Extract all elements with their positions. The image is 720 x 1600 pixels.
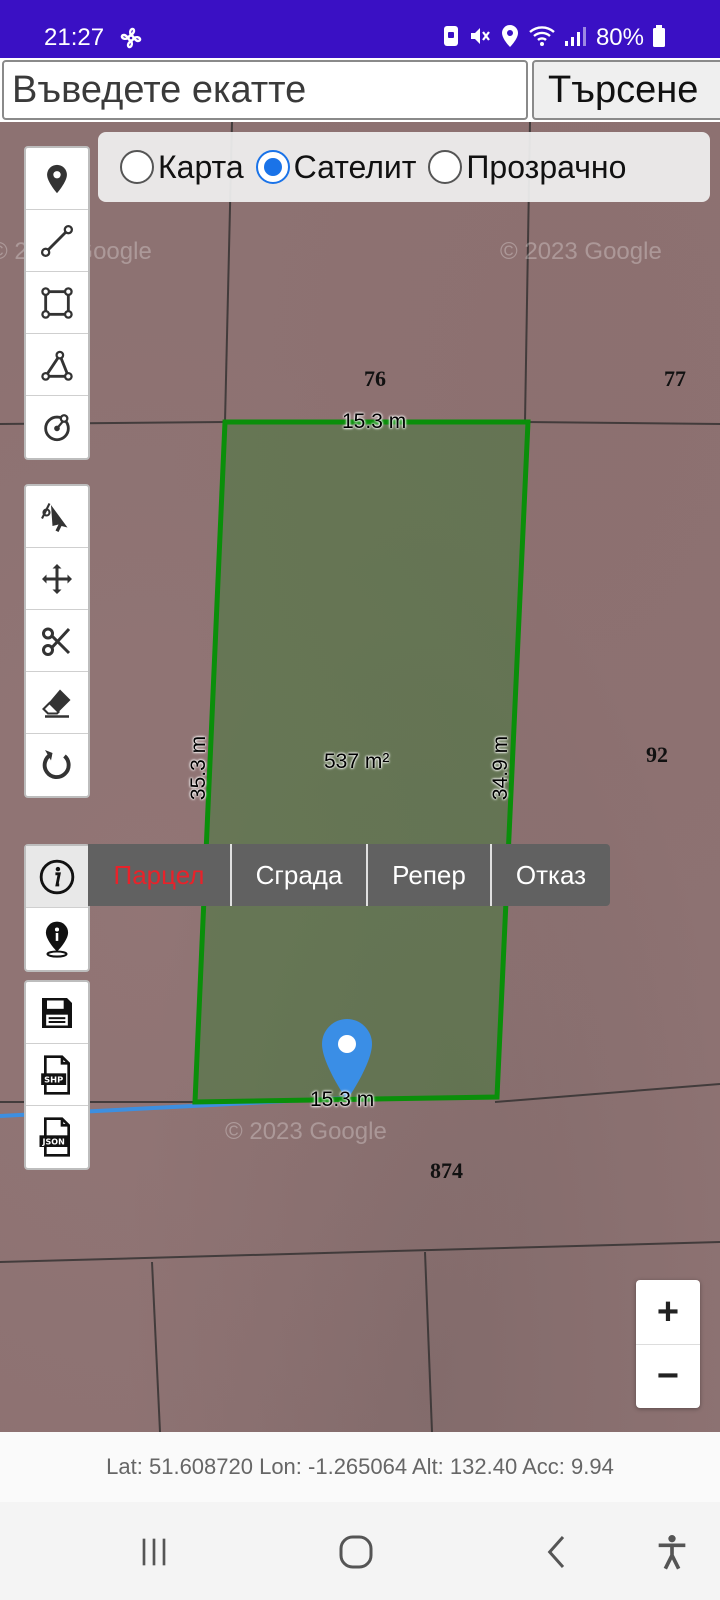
draw-toolbar [24,146,90,460]
recent-apps-button[interactable] [124,1522,184,1582]
info-toolbar [24,844,90,972]
coordinate-text: Lat: 51.608720 Lon: -1.265064 Alt: 132.4… [106,1454,614,1479]
search-button[interactable]: Търсене [532,60,720,120]
battery-icon [652,24,666,52]
status-bar: 21:27 80% [0,0,720,58]
mute-icon [468,24,492,52]
map-overlay [0,122,720,1432]
map-watermark: © 2023 Google [500,238,662,265]
edit-toolbar [24,484,90,798]
home-icon [339,1535,373,1569]
recent-apps-icon [142,1538,166,1566]
nfc-icon [442,24,460,52]
map-view[interactable]: © 2023 Google © 2023 Google © 2023 Googl… [0,122,720,1432]
attr-benchmark-button[interactable]: Репер [366,844,490,906]
circle-tool-button[interactable] [26,396,88,458]
attr-parcel-label: Парцел [113,859,205,890]
attr-building-label: Сграда [255,859,343,890]
back-icon [547,1536,565,1568]
move-icon [42,563,72,594]
radio-checked-icon[interactable] [255,150,290,184]
battery-percent: 80% [595,24,644,51]
attr-parcel-button[interactable]: Парцел [88,844,230,906]
polygon-tool-button[interactable] [26,334,88,396]
measure-right: 34.9 m [489,735,513,801]
coordinate-readout: Lat: 51.608720 Lon: -1.265064 Alt: 132.4… [0,1432,720,1502]
parcel-label: 92 [646,742,668,767]
circle-icon [44,414,70,442]
attr-building-button[interactable]: Сграда [230,844,366,906]
status-icons: 80% [442,24,666,52]
radio-unchecked-icon[interactable] [428,150,463,184]
map-type-satellite[interactable]: Сателит [255,149,416,186]
measure-area: 537 m² [324,750,390,773]
svg-text:SHP: SHP [44,1074,63,1084]
map-type-selector: Карта Сателит Прозрачно [98,132,710,202]
polyline-icon [40,224,74,257]
ekatte-search-input[interactable] [2,60,528,120]
measure-top: 15.3 m [342,410,407,433]
export-shp-button[interactable]: SHP [26,1044,88,1106]
measure-left: 35.3 m [187,735,211,801]
map-watermark: © 2023 Google [225,1118,387,1145]
back-button[interactable] [528,1522,588,1582]
wifi-icon [528,24,556,52]
system-nav-bar [0,1502,720,1600]
edit-tool-button[interactable] [26,486,88,548]
measure-bottom: 15.3 m [310,1088,375,1111]
export-json-button[interactable]: JSON [26,1106,88,1168]
save-button[interactable] [26,982,88,1044]
attr-benchmark-label: Репер [392,859,466,890]
radio-unchecked-icon[interactable] [120,150,154,184]
map-type-transparent[interactable]: Прозрачно [428,149,626,186]
parcel-label: 874 [430,1158,463,1183]
rotate-icon [42,750,71,779]
rectangle-tool-button[interactable] [26,272,88,334]
eraser-icon [42,689,71,718]
scissors-icon [42,627,71,656]
rotate-tool-button[interactable] [26,734,88,796]
location-icon [500,24,520,52]
rectangle-icon [41,286,73,319]
shp-file-icon: SHP [41,1054,70,1095]
move-tool-button[interactable] [26,548,88,610]
attribute-menu: Парцел Сграда Репер Отказ [88,844,610,906]
parcel-label: 77 [664,366,686,391]
parcel-label: 76 [364,366,386,391]
edit-icon [41,502,68,532]
info-icon [39,859,75,894]
home-button[interactable] [326,1522,386,1582]
accessibility-button[interactable] [642,1522,702,1582]
location-pin-icon [45,921,69,958]
export-toolbar: SHP JSON [24,980,90,1170]
polygon-icon [41,350,73,381]
zoom-control: + − [636,1280,700,1408]
map-type-map[interactable]: Карта [120,149,244,186]
status-time: 21:27 [44,24,105,51]
marker-icon [47,164,67,193]
zoom-in-button[interactable]: + [636,1280,700,1344]
attr-cancel-label: Отказ [515,859,587,890]
accessibility-icon [658,1535,686,1570]
json-file-icon: JSON [39,1117,70,1157]
cut-tool-button[interactable] [26,610,88,672]
location-info-button[interactable] [26,908,88,970]
signal-icon [564,24,586,52]
polyline-tool-button[interactable] [26,210,88,272]
zoom-out-button[interactable]: − [636,1344,700,1408]
info-tool-button[interactable] [26,846,88,908]
fan-icon [118,25,144,55]
svg-text:JSON: JSON [42,1138,65,1147]
attr-cancel-button[interactable]: Отказ [490,844,610,906]
marker-tool-button[interactable] [26,148,88,210]
erase-tool-button[interactable] [26,672,88,734]
search-row: Търсене [0,58,720,122]
save-icon [42,997,72,1028]
